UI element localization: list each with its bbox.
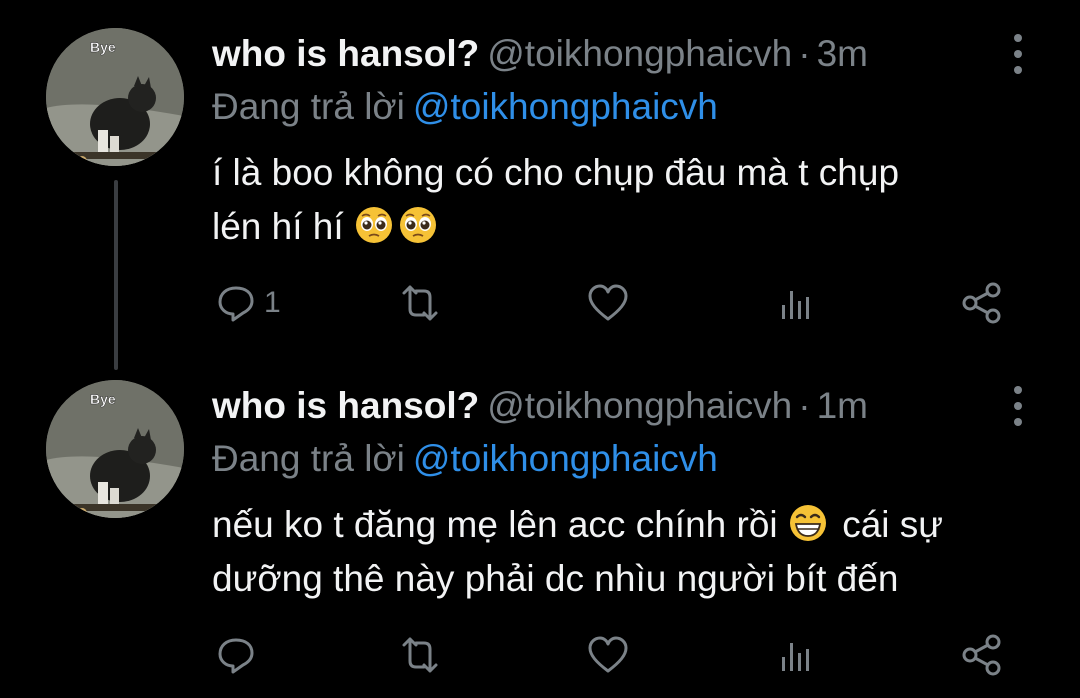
heart-icon [588,284,628,321]
retweet-icon [402,285,438,321]
avatar-caption: Bye [90,391,116,407]
reply-count: 1 [264,286,281,319]
share-icon [962,282,1001,324]
tweet-text-segment: nếu ko t đăng mẹ lên acc chính rồi [212,504,778,545]
replying-to-label: Đang trả lời [212,86,405,127]
thread-connector-line [114,180,118,370]
tweet-text: nếu ko t đăng mẹ lên acc chính rồi cái s… [212,498,1032,606]
timestamp[interactable]: 1m [817,385,868,426]
analytics-button[interactable] [778,630,814,680]
like-button[interactable] [586,630,630,680]
user-handle[interactable]: @toikhongphaicvh [487,385,792,426]
replying-to-label: Đang trả lời [212,438,405,479]
replying-to-mention[interactable]: @toikhongphaicvh [413,438,718,479]
display-name[interactable]: who is hansol? [212,385,479,426]
reply-icon [218,638,254,674]
like-button[interactable] [586,278,630,328]
retweet-button[interactable] [398,630,442,680]
avatar-image: Bye [46,28,184,166]
avatar[interactable]: Bye [46,28,184,166]
avatar-image: Bye [46,380,184,518]
tweet-text-line: í là boo không có cho chụp đâu mà t chụp [212,152,900,193]
reply-button[interactable] [216,630,264,680]
more-options-icon[interactable] [1004,386,1032,426]
share-button[interactable] [960,278,1004,328]
analytics-icon [782,291,809,319]
share-button[interactable] [960,630,1004,680]
more-options-icon[interactable] [1004,34,1032,74]
separator-dot: · [798,33,811,74]
tweet-text-segment: lén hí hí [212,206,344,247]
analytics-icon [782,643,809,671]
timestamp[interactable]: 3m [817,33,868,74]
analytics-button[interactable] [778,278,814,328]
reply-icon [218,286,254,322]
pleading-face-emoji-icon [355,207,392,243]
avatar[interactable]: Bye [46,380,184,518]
retweet-icon [402,637,438,673]
replying-to: Đang trả lời @toikhongphaicvh [212,434,718,484]
tweet-actions [212,630,1012,680]
tweet-text-line: lén hí hí [212,200,1032,254]
tweet-text-line: nếu ko t đăng mẹ lên acc chính rồi cái s… [212,498,1032,552]
share-icon [962,634,1001,676]
avatar-caption: Bye [90,39,116,55]
tweet-text-line: dưỡng thê này phải dc nhìu người bít đến [212,558,899,599]
display-name[interactable]: who is hansol? [212,33,479,74]
replying-to: Đang trả lời @toikhongphaicvh [212,82,718,132]
separator-dot: · [798,385,811,426]
tweet-text: í là boo không có cho chụp đâu mà t chụp… [212,146,1032,254]
retweet-button[interactable] [398,278,442,328]
tweet-header: who is hansol? @toikhongphaicvh · 3m [212,28,868,80]
grinning-face-emoji-icon [789,505,826,541]
user-handle[interactable]: @toikhongphaicvh [487,33,792,74]
heart-icon [588,636,628,673]
reply-button[interactable]: 1 [216,278,281,328]
thread-view: Bye who is hansol? @toikhongphaicvh · 3m Đa… [0,0,1080,698]
pleading-face-emoji-icon [399,207,436,243]
tweet-actions: 1 [212,278,1012,328]
replying-to-mention[interactable]: @toikhongphaicvh [413,86,718,127]
tweet-text-segment: cái sự [842,504,944,545]
tweet-header: who is hansol? @toikhongphaicvh · 1m [212,380,868,432]
